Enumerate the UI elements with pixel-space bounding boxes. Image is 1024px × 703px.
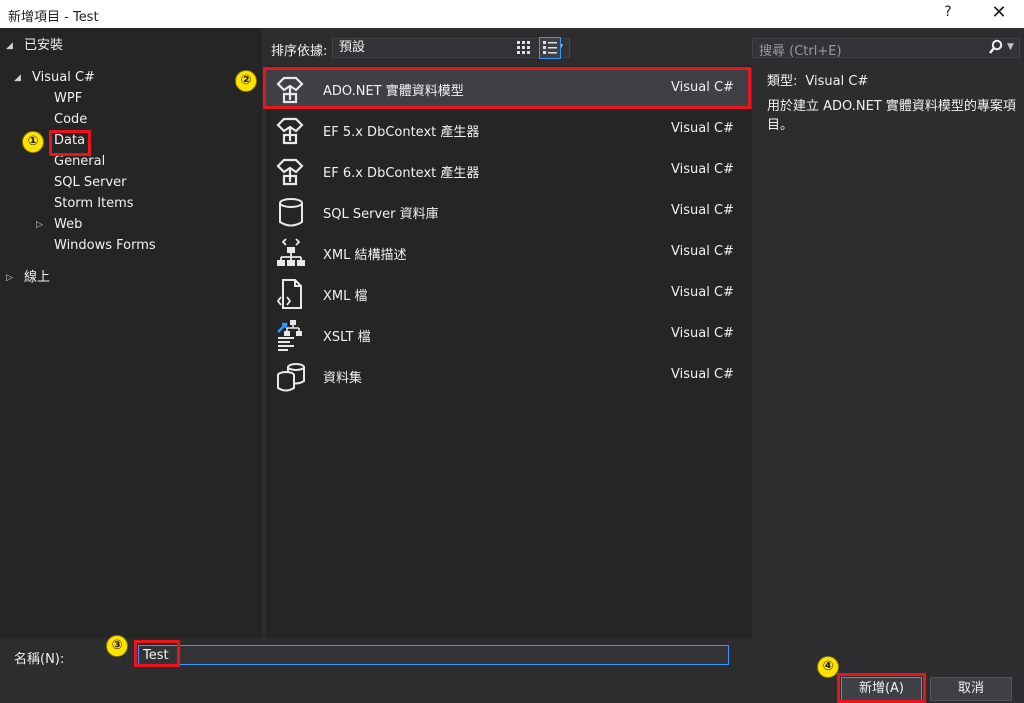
template-name: XSLT 檔: [323, 330, 371, 345]
template-type: Visual C#: [671, 162, 734, 177]
template-type: Visual C#: [671, 80, 734, 95]
cancel-button[interactable]: 取消: [930, 677, 1012, 701]
template-name: 資料集: [323, 371, 363, 386]
step-marker-3: ③: [106, 635, 128, 657]
collapsed-arrow-icon[interactable]: ▷: [36, 215, 43, 235]
template-type: Visual C#: [671, 121, 734, 136]
sort-value: 預設: [339, 40, 366, 55]
details-type-row: 類型: Visual C#: [767, 72, 1017, 91]
name-label: 名稱(N):: [14, 652, 65, 667]
template-item-ado-net[interactable]: ADO.NET 實體資料模型 Visual C#: [266, 68, 752, 109]
step-marker-1: ①: [22, 131, 44, 153]
help-button[interactable]: ?: [936, 4, 960, 20]
template-name: ADO.NET 實體資料模型: [323, 84, 464, 99]
tree-label-online: 線上: [24, 270, 51, 285]
template-name: EF 5.x DbContext 產生器: [323, 125, 480, 140]
tree-item-code[interactable]: Code: [54, 110, 87, 130]
step-marker-2: ②: [235, 70, 257, 92]
template-name: EF 6.x DbContext 產生器: [323, 166, 480, 181]
template-list: ADO.NET 實體資料模型 Visual C# EF 5.x DbContex…: [266, 65, 752, 638]
template-type: Visual C#: [671, 326, 734, 341]
tree-label-web: Web: [54, 217, 83, 232]
template-name: SQL Server 資料庫: [323, 207, 439, 222]
sort-toolbar: 排序依據: 預設 ▼: [262, 28, 752, 66]
collapsed-arrow-icon[interactable]: ▷: [6, 268, 13, 288]
close-button[interactable]: ✕: [984, 2, 1014, 23]
template-item-sql-server-db[interactable]: SQL Server 資料庫 Visual C#: [266, 191, 752, 232]
search-options-chevron-icon[interactable]: ▼: [1007, 42, 1014, 52]
tree-label-installed: 已安裝: [24, 38, 64, 53]
template-item-ef5[interactable]: EF 5.x DbContext 產生器 Visual C#: [266, 109, 752, 150]
template-name: XML 檔: [323, 289, 368, 304]
entity-model-icon: [276, 117, 304, 145]
expanded-arrow-icon[interactable]: ◢: [14, 68, 21, 88]
template-item-dataset[interactable]: 資料集 Visual C#: [266, 355, 752, 396]
name-input[interactable]: [138, 645, 729, 665]
xml-schema-icon: [277, 238, 305, 266]
search-icon[interactable]: [989, 39, 1003, 59]
template-item-xml-schema[interactable]: XML 結構描述 Visual C#: [266, 232, 752, 273]
template-item-xslt-file[interactable]: XSLT 檔 Visual C#: [266, 314, 752, 355]
tree-item-windows-forms[interactable]: Windows Forms: [54, 236, 156, 256]
template-type: Visual C#: [671, 244, 734, 259]
tree-item-storm-items[interactable]: Storm Items: [54, 194, 134, 214]
expanded-arrow-icon[interactable]: ◢: [6, 36, 13, 56]
template-item-xml-file[interactable]: XML 檔 Visual C#: [266, 273, 752, 314]
database-icon: [279, 198, 303, 227]
template-type: Visual C#: [671, 285, 734, 300]
entity-model-icon: [276, 158, 304, 186]
tree-label-visual-cs: Visual C#: [32, 70, 95, 85]
search-box[interactable]: 搜尋 (Ctrl+E) ▼: [752, 38, 1020, 59]
search-placeholder: 搜尋 (Ctrl+E): [759, 44, 842, 59]
tree-item-wpf[interactable]: WPF: [54, 89, 82, 109]
template-name: XML 結構描述: [323, 248, 407, 263]
dialog-footer: 名稱(N): 新增(A) 取消: [0, 638, 1024, 703]
template-type: Visual C#: [671, 367, 734, 382]
list-view-button[interactable]: [539, 37, 561, 59]
details-type-value: Visual C#: [805, 74, 869, 89]
tree-item-general[interactable]: General: [54, 152, 105, 172]
sort-label: 排序依據:: [271, 44, 328, 59]
dataset-icon: [277, 363, 305, 392]
details-description: 用於建立 ADO.NET 實體資料模型的專案項目。: [767, 99, 1016, 133]
tree-item-data[interactable]: Data: [54, 131, 85, 151]
grid-view-button[interactable]: [513, 37, 535, 59]
details-panel: 類型: Visual C# 用於建立 ADO.NET 實體資料模型的專案項目。: [767, 72, 1017, 135]
details-type-label: 類型:: [767, 74, 798, 89]
list-view-icon: [543, 41, 557, 54]
entity-model-icon: [276, 76, 304, 104]
title-bar: 新增項目 - Test ? ✕: [0, 0, 1024, 28]
template-type: Visual C#: [671, 203, 734, 218]
template-item-ef6[interactable]: EF 6.x DbContext 產生器 Visual C#: [266, 150, 752, 191]
tree-item-sql-server[interactable]: SQL Server: [54, 173, 127, 193]
dialog-body: ◢ 已安裝 ◢ Visual C# WPF Code Data General …: [0, 28, 1024, 638]
category-tree: ◢ 已安裝 ◢ Visual C# WPF Code Data General …: [0, 28, 262, 638]
window-title: 新增項目 - Test: [8, 10, 99, 25]
xslt-file-icon: [277, 320, 302, 351]
xml-file-icon: [276, 279, 302, 309]
step-marker-4: ④: [817, 656, 839, 678]
grid-view-icon: [517, 41, 530, 54]
add-button[interactable]: 新增(A): [841, 677, 922, 701]
